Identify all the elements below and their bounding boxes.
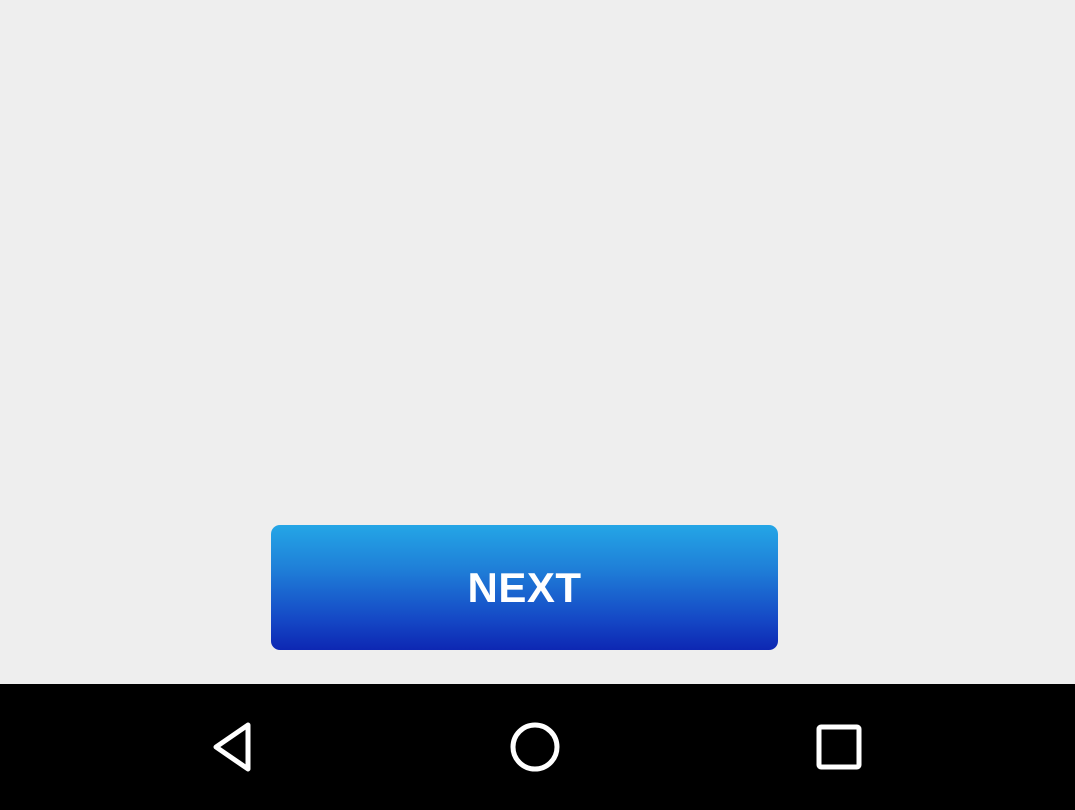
- home-circle-icon: [510, 722, 560, 772]
- app-screen: NEXT: [0, 0, 1075, 810]
- next-button-label: NEXT: [467, 563, 582, 611]
- next-button[interactable]: NEXT: [271, 525, 778, 650]
- home-button[interactable]: [475, 684, 595, 810]
- back-button[interactable]: [172, 684, 292, 810]
- recents-square-icon: [816, 724, 862, 770]
- main-content: NEXT: [0, 0, 1075, 684]
- system-navigation-bar: [0, 684, 1075, 810]
- back-triangle-icon: [213, 722, 251, 772]
- recents-button[interactable]: [779, 684, 899, 810]
